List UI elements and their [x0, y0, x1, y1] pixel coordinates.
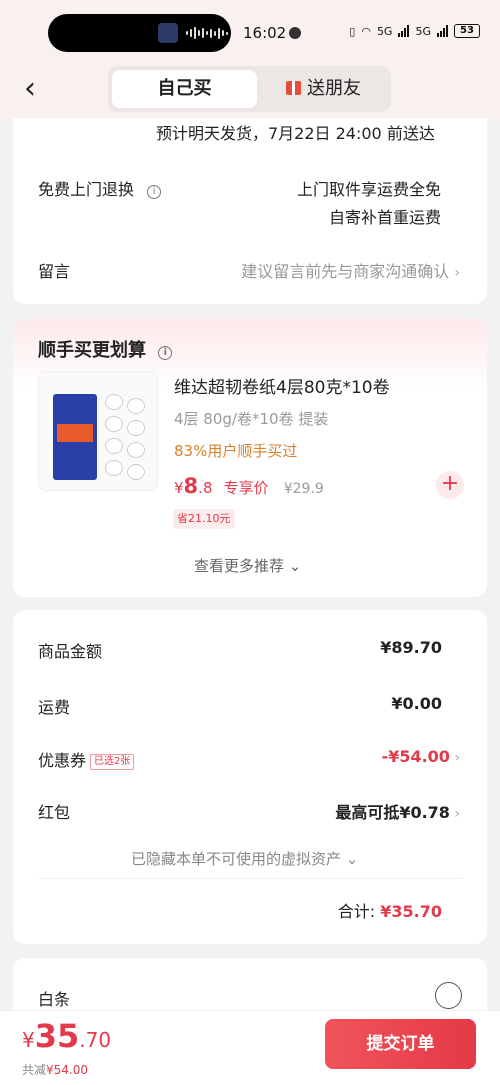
product-spec: 4层 80g/卷*10卷 提装 — [174, 410, 329, 428]
discount-prefix: 共减 — [22, 1063, 47, 1077]
goods-value: ¥89.70 — [380, 638, 442, 657]
shipping-card: 预计明天发货，7月22日 24:00 前送达 免费上门退换 i 上门取件享运费全… — [13, 118, 487, 304]
discount-value: ¥54.00 — [46, 1063, 89, 1077]
freight-label: 运费 — [38, 698, 71, 717]
original-price: ¥29.9 — [283, 481, 324, 497]
product-price: ¥8.8 专享价 ¥29.9 — [174, 474, 324, 498]
dynamic-island — [48, 14, 231, 52]
app-thumbnail-icon — [158, 23, 178, 43]
return-label: 免费上门退换 — [38, 180, 135, 199]
header: ‹ 自己买 送朋友 — [0, 64, 500, 120]
gift-icon — [286, 81, 301, 95]
chevron-right-icon: › — [449, 806, 460, 822]
payment-card: 白条 — [13, 958, 487, 1018]
coupon-value-row[interactable]: -¥54.00 › — [382, 747, 460, 766]
signal-icon — [398, 25, 410, 37]
return-policy-row[interactable]: 免费上门退换 i — [38, 176, 162, 200]
addon-title: 顺手买更划算 — [38, 340, 146, 361]
bottom-price-int: 35 — [34, 1017, 80, 1055]
recording-icon — [289, 27, 301, 39]
price-dec: .8 — [198, 479, 213, 497]
info-icon[interactable]: i — [158, 346, 173, 360]
note-label: 留言 — [38, 262, 71, 281]
chevron-right-icon: › — [454, 265, 460, 281]
bottom-price: ¥35.70 — [22, 1017, 111, 1055]
info-icon[interactable]: i — [147, 185, 162, 199]
addon-title-row: 顺手买更划算 i — [38, 336, 173, 362]
baitiao-label: 白条 — [38, 990, 71, 1009]
note-placeholder: 建议留言前先与商家沟通确认 — [241, 262, 450, 281]
bottom-price-dec: .70 — [79, 1028, 112, 1052]
network-label-2: 5G — [415, 24, 431, 38]
status-bar: 16:02 ▯ ◠ 5G 5G 53 — [0, 0, 500, 64]
bottom-discount: 共减¥54.00 — [22, 1061, 88, 1078]
price-symbol: ¥ — [174, 479, 184, 497]
signal-icon-2 — [437, 25, 448, 37]
coupon-label: 优惠券 — [38, 751, 87, 770]
coupon-row[interactable]: 优惠券 已选2张 — [38, 747, 135, 771]
see-more-link[interactable]: 查看更多推荐 ⌄ — [194, 555, 301, 576]
bottom-bar: ¥35.70 共减¥54.00 提交订单 — [0, 1010, 500, 1085]
freight-value: ¥0.00 — [391, 694, 442, 713]
chevron-down-icon: ⌄ — [284, 557, 302, 575]
wifi-icon: ◠ — [361, 24, 371, 38]
tab-self-buy[interactable]: 自己买 — [112, 70, 257, 108]
price-int: 8 — [183, 474, 199, 498]
status-icons: ▯ ◠ 5G 5G 53 — [349, 24, 480, 38]
redpacket-row[interactable]: 最高可抵¥0.78 › — [335, 799, 460, 823]
delivery-estimate: 预计明天发货，7月22日 24:00 前送达 — [156, 124, 435, 143]
product-name[interactable]: 维达超韧卷纸4层80克*10卷 — [174, 373, 390, 398]
hidden-assets-label: 已隐藏本单不可使用的虚拟资产 — [131, 850, 342, 868]
return-line-2: 自寄补首重运费 — [328, 208, 441, 227]
total-row: 合计: ¥35.70 — [338, 898, 442, 922]
total-value: ¥35.70 — [380, 902, 442, 921]
add-to-order-button[interactable]: + — [436, 471, 464, 499]
return-line-1: 上门取件享运费全免 — [296, 180, 441, 199]
divider — [38, 878, 462, 879]
price-tag: 专享价 — [223, 479, 269, 497]
tab-gift-friend[interactable]: 送朋友 — [260, 70, 387, 108]
product-image[interactable] — [38, 371, 158, 491]
back-button[interactable]: ‹ — [24, 72, 48, 108]
total-label: 合计: — [337, 902, 376, 921]
order-summary-card: 商品金额 ¥89.70 运费 ¥0.00 优惠券 已选2张 -¥54.00 › 红… — [13, 610, 487, 944]
bottom-price-symbol: ¥ — [22, 1028, 35, 1052]
network-label-1: 5G — [376, 24, 393, 38]
audio-wave-icon — [186, 26, 228, 40]
chevron-right-icon: › — [449, 750, 460, 766]
vibrate-icon: ▯ — [349, 24, 356, 38]
popularity-text: 83%用户顺手买过 — [174, 442, 298, 460]
see-more-label: 查看更多推荐 — [194, 557, 285, 575]
coupon-badge: 已选2张 — [90, 754, 135, 770]
package-shape — [53, 394, 97, 480]
redpacket-value: 最高可抵¥0.78 — [335, 803, 450, 822]
chevron-down-icon: ⌄ — [341, 850, 359, 868]
redpacket-label: 红包 — [38, 803, 71, 822]
clock: 16:02 — [243, 24, 287, 42]
goods-label: 商品金额 — [38, 642, 103, 661]
save-badge: 省21.10元 — [173, 509, 235, 529]
purchase-mode-switch: 自己买 送朋友 — [108, 66, 391, 112]
note-input[interactable]: 建议留言前先与商家沟通确认 › — [241, 258, 460, 282]
addon-card: 顺手买更划算 i 维达超韧卷纸4层80克*10卷 4层 80g/卷*10卷 提装… — [13, 319, 487, 597]
tab-gift-label: 送朋友 — [307, 78, 361, 99]
baitiao-radio[interactable] — [435, 982, 462, 1009]
submit-order-button[interactable]: 提交订单 — [325, 1019, 476, 1069]
coupon-value: -¥54.00 — [381, 747, 450, 766]
hidden-assets-toggle[interactable]: 已隐藏本单不可使用的虚拟资产 ⌄ — [131, 848, 358, 869]
battery-icon: 53 — [454, 24, 480, 38]
